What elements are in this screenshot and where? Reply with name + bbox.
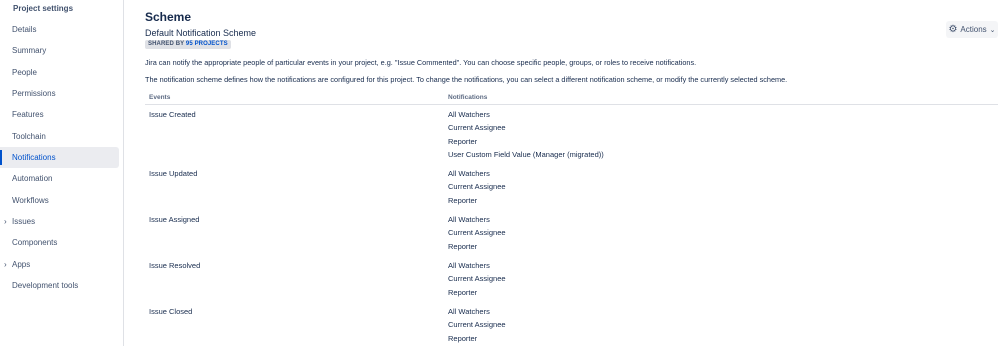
sidebar-item-issues[interactable]: › Issues — [0, 211, 119, 232]
event-name: Issue Created — [149, 110, 196, 119]
sidebar-item-label: Issues — [12, 217, 36, 226]
sidebar-item-details[interactable]: Details — [0, 19, 119, 40]
chevron-right-icon: › — [4, 260, 7, 269]
notification-recipient: Reporter — [448, 288, 478, 297]
scheme-name: Default Notification Scheme — [145, 28, 257, 38]
notification-recipient: Current Assignee — [448, 123, 506, 132]
chevron-right-icon: › — [4, 217, 7, 226]
notification-recipient: Current Assignee — [448, 274, 506, 283]
sidebar-item-permissions[interactable]: Permissions — [0, 83, 119, 104]
event-name: Issue Assigned — [149, 215, 200, 224]
shared-project-count: 95 PROJECTS — [185, 41, 228, 47]
notification-recipient: All Watchers — [448, 261, 490, 270]
event-name: Issue Updated — [149, 169, 198, 178]
gear-icon: ⚙ — [948, 23, 958, 35]
description-line-2: The notification scheme defines how the … — [145, 75, 788, 84]
notification-recipient: Current Assignee — [448, 228, 506, 237]
sidebar-item-label: Development tools — [12, 281, 79, 290]
table-header: Events Notifications — [145, 93, 998, 105]
sidebar-item-workflows[interactable]: Workflows — [0, 190, 119, 211]
notification-recipient: All Watchers — [448, 169, 490, 178]
notification-recipient: Reporter — [448, 242, 478, 251]
notification-recipient: User Custom Field Value (Manager (migrat… — [448, 150, 604, 159]
actions-button[interactable]: ⚙ Actions ⌄ — [946, 21, 998, 38]
sidebar-item-apps[interactable]: › Apps — [0, 254, 119, 275]
sidebar-item-label: Components — [12, 238, 58, 247]
sidebar-item-automation[interactable]: Automation — [0, 168, 119, 189]
sidebar-item-label: People — [12, 68, 37, 77]
sidebar-item-label: Notifications — [12, 153, 56, 162]
sidebar-item-label: Workflows — [12, 196, 49, 205]
project-settings-sidebar: Project settings Details Summary People … — [0, 0, 124, 346]
main-content: Scheme Default Notification Scheme SHARE… — [124, 0, 999, 346]
event-name: Issue Resolved — [149, 261, 201, 270]
notification-recipient: All Watchers — [448, 307, 490, 316]
sidebar-item-people[interactable]: People — [0, 62, 119, 83]
page-title: Scheme — [145, 10, 192, 24]
sidebar-item-summary[interactable]: Summary — [0, 40, 119, 61]
description-line-1: Jira can notify the appropriate people o… — [145, 58, 697, 67]
chevron-down-icon: ⌄ — [989, 26, 996, 34]
notification-recipient: Reporter — [448, 137, 478, 146]
sidebar-item-label: Features — [12, 110, 44, 119]
notification-recipient: All Watchers — [448, 215, 490, 224]
actions-label: Actions — [960, 25, 987, 34]
notification-recipient: Reporter — [448, 196, 478, 205]
sidebar-title: Project settings — [13, 4, 74, 13]
notification-recipient: Current Assignee — [448, 320, 506, 329]
notification-recipient: Reporter — [448, 334, 478, 343]
sidebar-item-development-tools[interactable]: Development tools — [0, 275, 119, 296]
shared-by-prefix: SHARED BY — [148, 41, 185, 47]
sidebar-item-label: Apps — [12, 260, 31, 269]
notification-recipient: All Watchers — [448, 110, 490, 119]
column-header-events: Events — [149, 94, 171, 101]
sidebar-item-label: Summary — [12, 46, 47, 55]
event-name: Issue Closed — [149, 307, 193, 316]
sidebar-item-label: Automation — [12, 174, 53, 183]
notification-recipient: Current Assignee — [448, 182, 506, 191]
column-header-notifications: Notifications — [448, 94, 488, 101]
sidebar-item-label: Details — [12, 25, 37, 34]
sidebar-item-label: Toolchain — [12, 132, 46, 141]
sidebar-item-label: Permissions — [12, 89, 56, 98]
sidebar-item-components[interactable]: Components — [0, 232, 119, 253]
sidebar-item-features[interactable]: Features — [0, 104, 119, 125]
shared-by-badge[interactable]: SHARED BY 95 PROJECTS — [145, 40, 231, 49]
sidebar-item-toolchain[interactable]: Toolchain — [0, 126, 119, 147]
sidebar-item-notifications[interactable]: Notifications — [0, 147, 119, 168]
